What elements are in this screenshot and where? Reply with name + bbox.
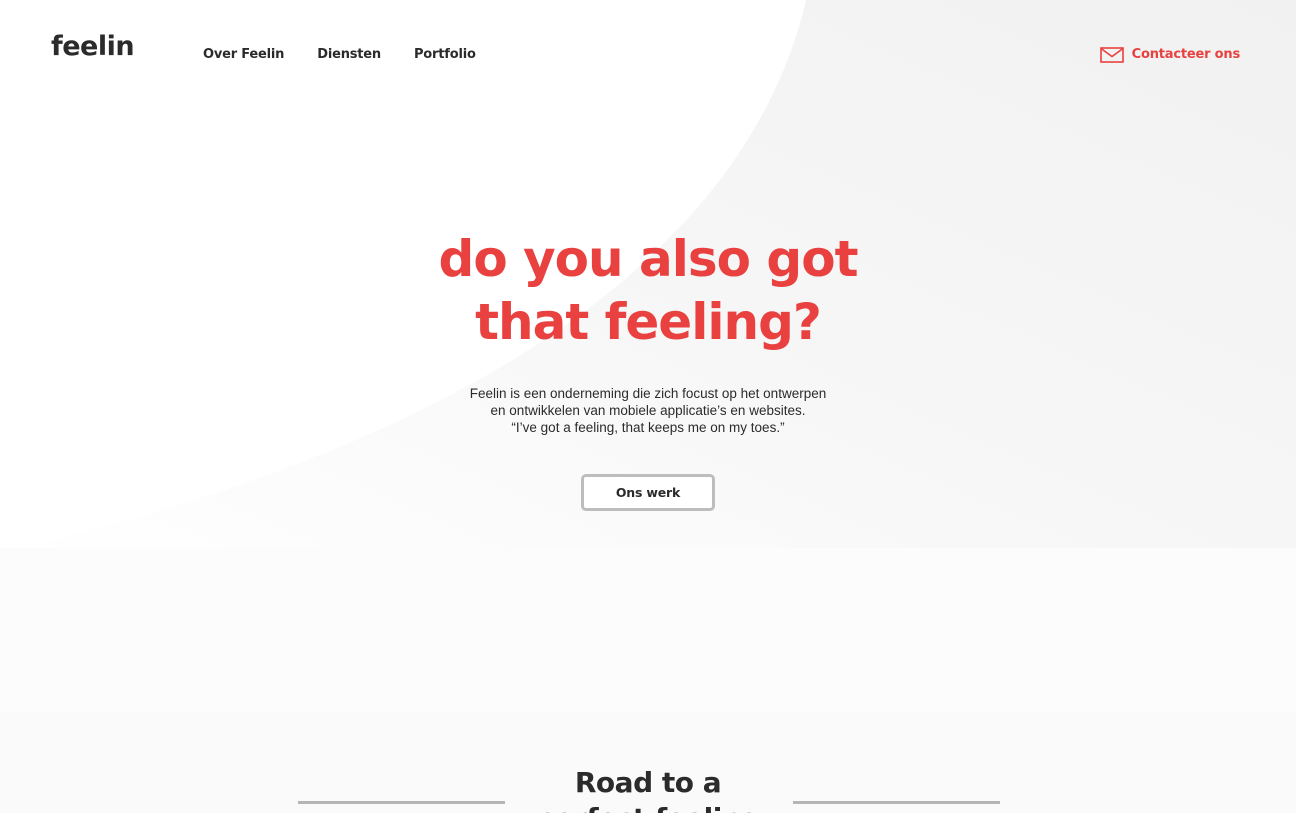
hero-title-line-1: do you also got (438, 230, 859, 288)
road-section: Road to a perfect feeling (0, 712, 1296, 813)
contact-link[interactable]: Contacteer ons (1099, 46, 1241, 63)
mail-icon (1099, 46, 1124, 63)
hero-text-line-3: “I’ve got a feeling, that keeps me on my… (511, 420, 785, 435)
hero-description: Feelin is een onderneming die zich focus… (438, 385, 858, 436)
hero-title-line-2: that feeling? (475, 293, 822, 351)
logo[interactable]: feelin (51, 33, 135, 60)
nav-item-portfolio[interactable]: Portfolio (414, 46, 476, 63)
nav-item-over-feelin[interactable]: Over Feelin (203, 46, 284, 63)
road-title: Road to a perfect feeling (0, 765, 1296, 813)
ons-werk-button[interactable]: Ons werk (581, 474, 715, 511)
page: feelin Over Feelin Diensten Portfolio Co… (0, 0, 1296, 813)
road-title-line-1: Road to a (574, 766, 722, 799)
main-nav: Over Feelin Diensten Portfolio (203, 46, 509, 63)
road-title-line-2: perfect feeling (0, 801, 1296, 813)
hero-title: do you also got that feeling? (338, 228, 958, 354)
hero-text-line-1: Feelin is een onderneming die zich focus… (469, 386, 827, 401)
hero-text-line-2: en ontwikkelen van mobiele applicatie’s … (490, 403, 806, 418)
site-header: feelin Over Feelin Diensten Portfolio Co… (0, 0, 1296, 110)
nav-item-diensten[interactable]: Diensten (317, 46, 381, 63)
contact-label: Contacteer ons (1131, 47, 1241, 62)
hero-section: do you also got that feeling? Feelin is … (0, 228, 1296, 511)
